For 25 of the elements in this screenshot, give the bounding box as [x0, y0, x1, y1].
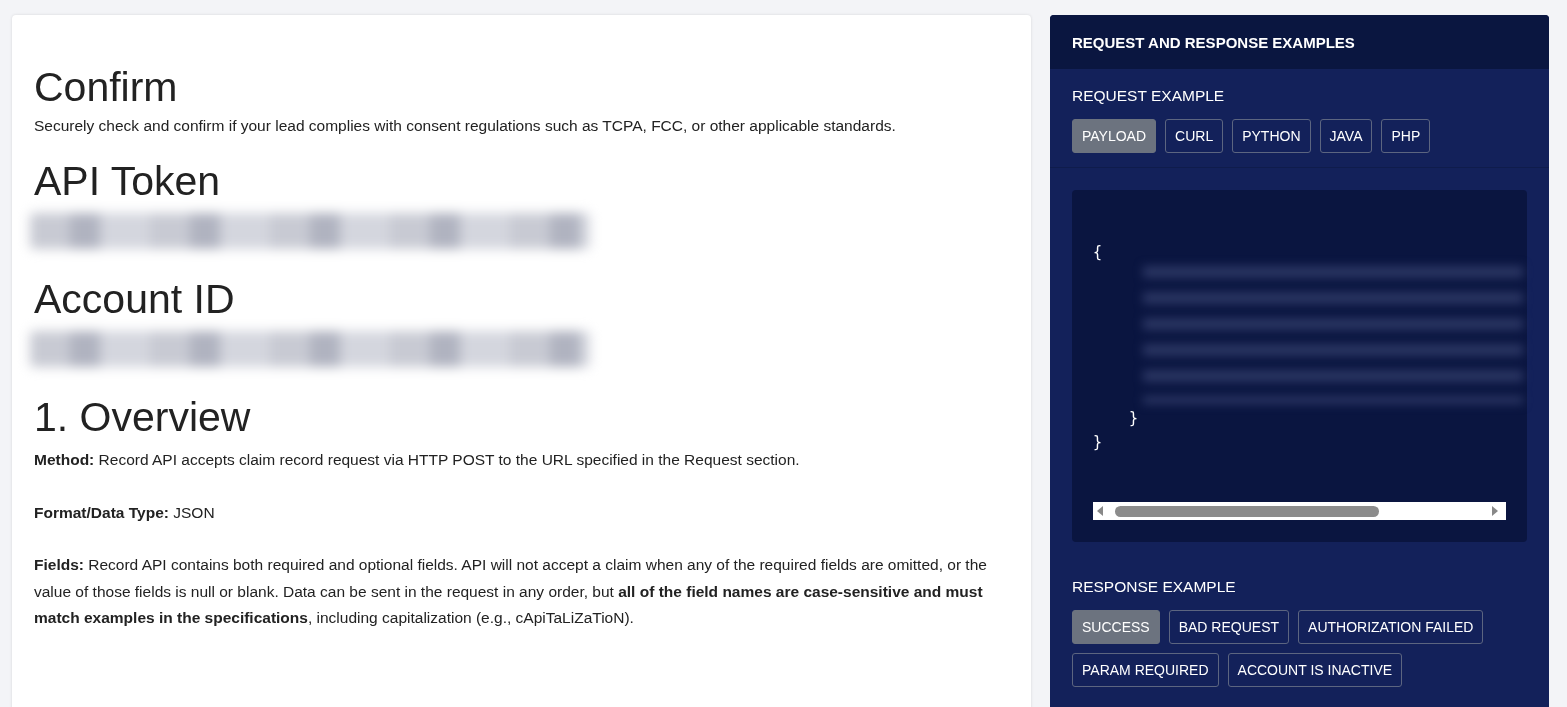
section-heading: API Token — [34, 157, 221, 205]
example-tab[interactable]: PARAM REQUIRED — [1072, 653, 1219, 687]
example-tab[interactable]: PYTHON — [1232, 119, 1311, 153]
code-text: } — [1093, 432, 1103, 452]
example-tab[interactable]: ACCOUNT IS INACTIVE — [1227, 653, 1403, 687]
example-tab[interactable]: AUTHORIZATION FAILED — [1298, 610, 1484, 644]
horizontal-scrollbar[interactable] — [1093, 502, 1506, 520]
page-title: Confirm — [34, 63, 178, 111]
paragraph: Method: Record API accepts claim record request via HTTP POST to the URL specified in the Request section. — [34, 450, 801, 470]
example-tab[interactable]: PHP — [1381, 119, 1431, 153]
example-tab[interactable]: BAD REQUEST — [1168, 610, 1290, 644]
example-tab[interactable]: SUCCESS — [1072, 610, 1160, 644]
section-label: RESPONSE EXAMPLE — [1072, 578, 1236, 596]
section-label: REQUEST EXAMPLE — [1072, 87, 1225, 105]
panel-header: REQUEST AND RESPONSE EXAMPLES — [1050, 15, 1549, 69]
example-tab[interactable]: JAVA — [1319, 119, 1373, 153]
example-tab[interactable]: CURL — [1165, 119, 1224, 153]
code-text: } — [1129, 408, 1139, 428]
paragraph: Format/Data Type: JSON — [34, 502, 216, 523]
code-text: { — [1093, 242, 1103, 262]
page-description: Securely check and confirm if your lead complies with consent regulations such as TCPA, FCC, or other applicable standards. — [34, 117, 896, 135]
paragraph: Fields: Record API contains both required and optional fields. API will not accept a claim when any of the required fields are omitted, or the value of those fields is null or blank. Data can be sent in the request in any order, but all of the field names are case-sensitive and must match examples in the specifications, including capitalization (e.g., cApiTaLiZaTioN). — [34, 555, 988, 628]
section-heading: Account ID — [34, 275, 235, 323]
section-heading: 1. Overview — [34, 393, 251, 441]
example-tab[interactable]: PAYLOAD — [1072, 119, 1157, 153]
